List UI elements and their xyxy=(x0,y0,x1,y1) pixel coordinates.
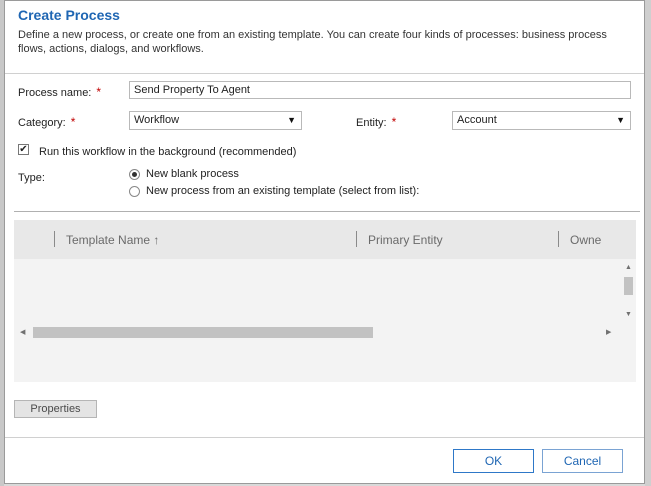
type-label: Type: xyxy=(18,172,45,184)
new-from-template-radio[interactable] xyxy=(129,186,140,197)
entity-select[interactable]: Account ▼ xyxy=(452,111,631,130)
dropdown-arrow-icon: ▼ xyxy=(616,115,625,125)
section-divider xyxy=(14,211,640,212)
dialog-header: Create Process Define a new process, or … xyxy=(5,1,644,73)
new-blank-process-radio[interactable] xyxy=(129,169,140,180)
entity-label-text: Entity: xyxy=(356,117,387,129)
ok-button[interactable]: OK xyxy=(453,449,534,473)
template-grid: Template Name ↑ Primary Entity Owne ▲ ▼ … xyxy=(14,220,636,382)
category-label-text: Category: xyxy=(18,117,66,129)
column-header-owner[interactable]: Owne xyxy=(570,233,601,247)
grid-body xyxy=(14,259,617,325)
process-name-label-text: Process name: xyxy=(18,87,92,99)
column-header-primary-entity[interactable]: Primary Entity xyxy=(368,233,443,247)
dialog-title: Create Process xyxy=(18,7,120,23)
column-header-template-name[interactable]: Template Name ↑ xyxy=(66,233,159,247)
create-process-dialog: Create Process Define a new process, or … xyxy=(4,0,645,484)
required-marker: * xyxy=(70,115,76,129)
column-separator[interactable] xyxy=(356,231,357,247)
category-select[interactable]: Workflow ▼ xyxy=(129,111,302,130)
horizontal-scroll-thumb[interactable] xyxy=(33,327,373,338)
required-marker: * xyxy=(96,85,102,99)
dropdown-arrow-icon: ▼ xyxy=(287,115,296,125)
entity-selected-value: Account xyxy=(457,114,497,126)
required-marker: * xyxy=(391,115,397,129)
footer-divider xyxy=(5,437,644,438)
scroll-down-icon[interactable]: ▼ xyxy=(625,311,632,318)
grid-vertical-scrollbar[interactable]: ▲ ▼ xyxy=(618,262,634,324)
grid-header: Template Name ↑ Primary Entity Owne xyxy=(14,220,636,259)
background-checkbox[interactable]: ✔ xyxy=(18,144,29,155)
column-separator[interactable] xyxy=(54,231,55,247)
page-scrollbar[interactable] xyxy=(645,0,651,486)
cancel-button[interactable]: Cancel xyxy=(542,449,623,473)
column-separator[interactable] xyxy=(558,231,559,247)
process-name-input[interactable]: Send Property To Agent xyxy=(129,81,631,99)
scroll-up-icon[interactable]: ▲ xyxy=(625,264,632,271)
properties-button[interactable]: Properties xyxy=(14,400,97,418)
dialog-description: Define a new process, or create one from… xyxy=(18,29,607,55)
background-checkbox-label: Run this workflow in the background (rec… xyxy=(39,146,297,158)
new-from-template-label: New process from an existing template (s… xyxy=(146,185,420,197)
scroll-right-icon[interactable]: ▶ xyxy=(606,328,611,336)
category-selected-value: Workflow xyxy=(134,114,180,126)
header-divider xyxy=(5,73,644,74)
grid-horizontal-scrollbar[interactable]: ◀ ▶ xyxy=(14,324,618,340)
new-blank-process-label: New blank process xyxy=(146,168,239,180)
vertical-scroll-thumb[interactable] xyxy=(624,277,633,295)
entity-label: Entity: * xyxy=(356,115,396,129)
process-name-label: Process name: * xyxy=(18,85,101,99)
category-label: Category: * xyxy=(18,115,75,129)
scroll-left-icon[interactable]: ◀ xyxy=(20,328,25,336)
